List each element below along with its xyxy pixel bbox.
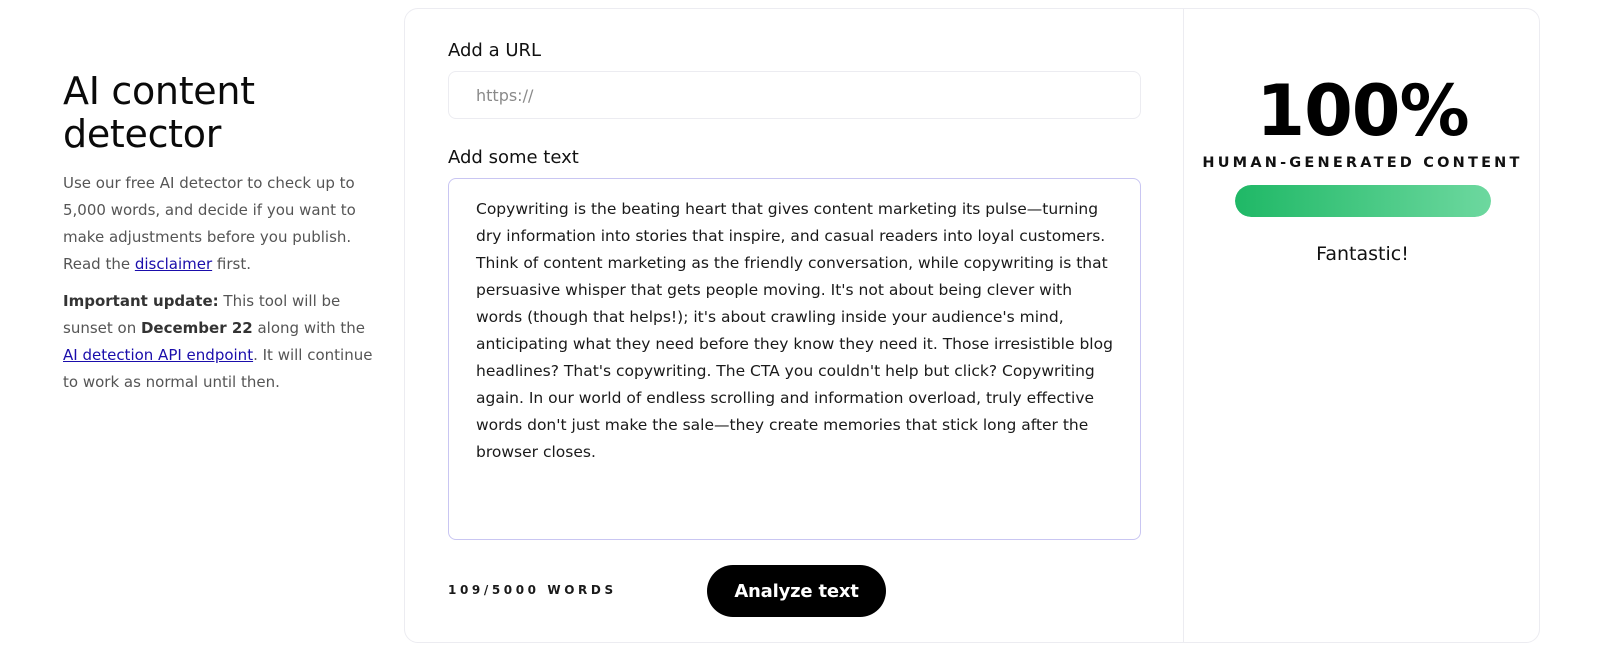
intro-section: AI content detector Use our free AI dete… (63, 70, 378, 396)
text-label: Add some text (448, 147, 579, 168)
result-panel: 100% HUMAN-GENERATED CONTENT Fantastic! (1184, 9, 1541, 642)
url-input[interactable] (448, 71, 1141, 119)
editor-footer: 109/5000 WORDS Analyze text (448, 565, 1141, 617)
text-input[interactable]: Copywriting is the beating heart that gi… (448, 178, 1141, 540)
intro-desc-end: first. (212, 255, 251, 273)
detector-card: Add a URL Add some text Copywriting is t… (404, 8, 1540, 643)
intro-description: Use our free AI detector to check up to … (63, 170, 378, 278)
api-endpoint-link[interactable]: AI detection API endpoint (63, 346, 253, 364)
score-progress-bar (1234, 185, 1491, 217)
url-label: Add a URL (448, 40, 542, 61)
update-label: Important update: (63, 292, 219, 310)
score-progress-fill (1234, 185, 1491, 217)
analyze-text-button[interactable]: Analyze text (707, 565, 886, 617)
update-date: December 22 (140, 319, 253, 337)
disclaimer-link[interactable]: disclaimer (135, 255, 212, 273)
score-label: HUMAN-GENERATED CONTENT (1202, 155, 1523, 171)
page: AI content detector Use our free AI dete… (0, 0, 1600, 649)
word-count: 109/5000 WORDS (448, 583, 617, 597)
update-text-mid: along with the (252, 319, 366, 337)
score-value: 100% (1256, 70, 1469, 152)
editor-panel: Add a URL Add some text Copywriting is t… (448, 39, 1141, 540)
verdict-text: Fantastic! (1316, 243, 1409, 265)
page-title: AI content detector (63, 69, 255, 156)
important-update: Important update: This tool will be suns… (63, 288, 378, 396)
